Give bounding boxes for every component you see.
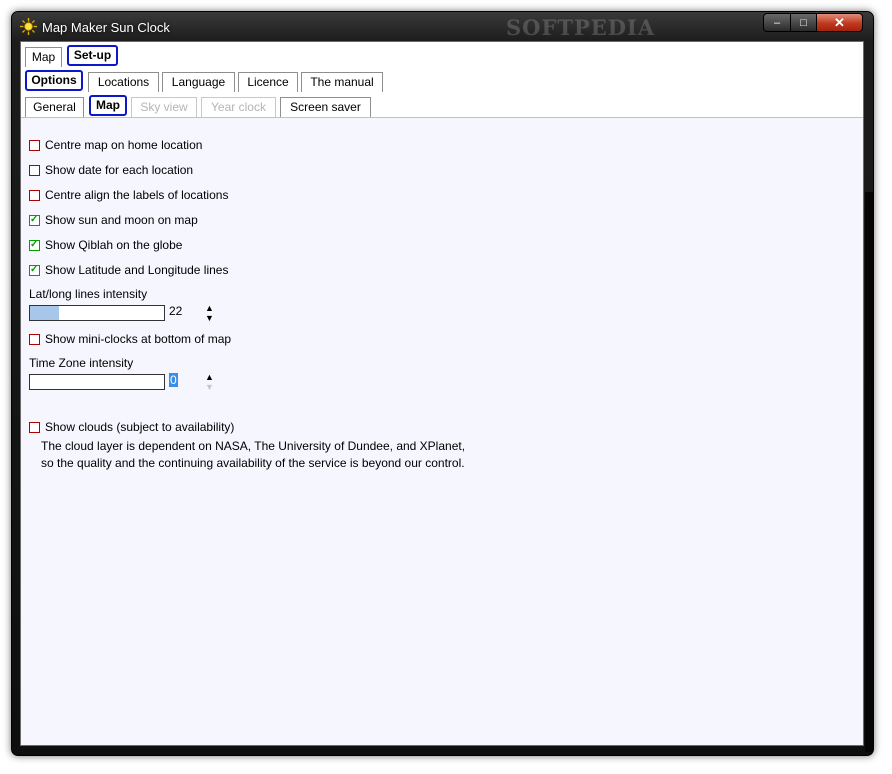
title-bar[interactable]: Map Maker Sun Clock SOFTPEDIA – □ ✕ bbox=[12, 12, 873, 41]
checkbox[interactable] bbox=[29, 334, 40, 345]
decrement-arrow-icon: ▼ bbox=[205, 382, 214, 392]
tab-licence[interactable]: Licence bbox=[238, 72, 298, 92]
latlong-intensity-slider[interactable] bbox=[29, 305, 165, 321]
option-label: Centre map on home location bbox=[45, 138, 203, 152]
tab-options[interactable]: Options bbox=[25, 70, 83, 91]
option-label: Centre align the labels of locations bbox=[45, 188, 229, 202]
option-label: Show sun and moon on map bbox=[45, 213, 198, 227]
main-tab-bar: Map Set-up bbox=[21, 42, 863, 68]
close-button[interactable]: ✕ bbox=[816, 13, 863, 32]
timezone-intensity-slider[interactable] bbox=[29, 374, 165, 390]
window-border bbox=[865, 192, 873, 752]
tab-the-manual[interactable]: The manual bbox=[301, 72, 383, 92]
maximize-button[interactable]: □ bbox=[790, 13, 817, 32]
tab-year-clock: Year clock bbox=[201, 97, 276, 117]
app-window: Map Maker Sun Clock SOFTPEDIA – □ ✕ Map … bbox=[11, 11, 874, 756]
tab-screen-saver[interactable]: Screen saver bbox=[280, 97, 371, 117]
tab-setup[interactable]: Set-up bbox=[67, 45, 118, 66]
option-label: Show Latitude and Longitude lines bbox=[45, 263, 229, 277]
increment-arrow-icon[interactable]: ▲ bbox=[205, 304, 214, 313]
increment-arrow-icon[interactable]: ▲ bbox=[205, 373, 214, 382]
option-label: Show mini-clocks at bottom of map bbox=[45, 332, 232, 346]
checkbox[interactable] bbox=[29, 262, 40, 278]
window-title: Map Maker Sun Clock bbox=[42, 20, 170, 35]
checkbox[interactable] bbox=[29, 190, 40, 201]
option-label: Show Qiblah on the globe bbox=[45, 238, 183, 252]
checkbox[interactable] bbox=[29, 140, 40, 151]
checkbox[interactable] bbox=[29, 165, 40, 176]
cloud-note-line-2: so the quality and the continuing availa… bbox=[41, 456, 465, 470]
tab-map-options[interactable]: Map bbox=[89, 95, 127, 116]
tab-map[interactable]: Map bbox=[25, 47, 62, 67]
checkbox[interactable] bbox=[29, 237, 40, 253]
tab-sky-view: Sky view bbox=[131, 97, 197, 117]
checkbox[interactable] bbox=[29, 212, 40, 228]
timezone-intensity-value[interactable]: 0 bbox=[169, 373, 178, 387]
decrement-arrow-icon[interactable]: ▼ bbox=[205, 314, 214, 323]
client-area: Map Set-up Options Locations Language Li… bbox=[20, 41, 864, 746]
option-label: Show date for each location bbox=[45, 163, 194, 177]
option-label: Show clouds (subject to availability) bbox=[45, 420, 235, 434]
sun-icon bbox=[20, 18, 37, 35]
options-tab-bar: General Map Sky view Year clock Screen s… bbox=[21, 92, 863, 118]
setup-tab-bar: Options Locations Language Licence The m… bbox=[21, 67, 863, 93]
tab-locations[interactable]: Locations bbox=[88, 72, 159, 92]
checkbox[interactable] bbox=[29, 422, 40, 433]
latlong-intensity-value[interactable]: 22 bbox=[169, 304, 182, 318]
tab-language[interactable]: Language bbox=[162, 72, 235, 92]
watermark: SOFTPEDIA bbox=[506, 15, 656, 40]
timezone-intensity-label: Time Zone intensity bbox=[29, 356, 134, 370]
cloud-note-line-1: The cloud layer is dependent on NASA, Th… bbox=[41, 439, 466, 453]
minimize-button[interactable]: – bbox=[763, 13, 791, 32]
tab-general[interactable]: General bbox=[25, 97, 84, 117]
latlong-intensity-label: Lat/long lines intensity bbox=[29, 287, 148, 301]
slider-fill bbox=[30, 306, 60, 320]
